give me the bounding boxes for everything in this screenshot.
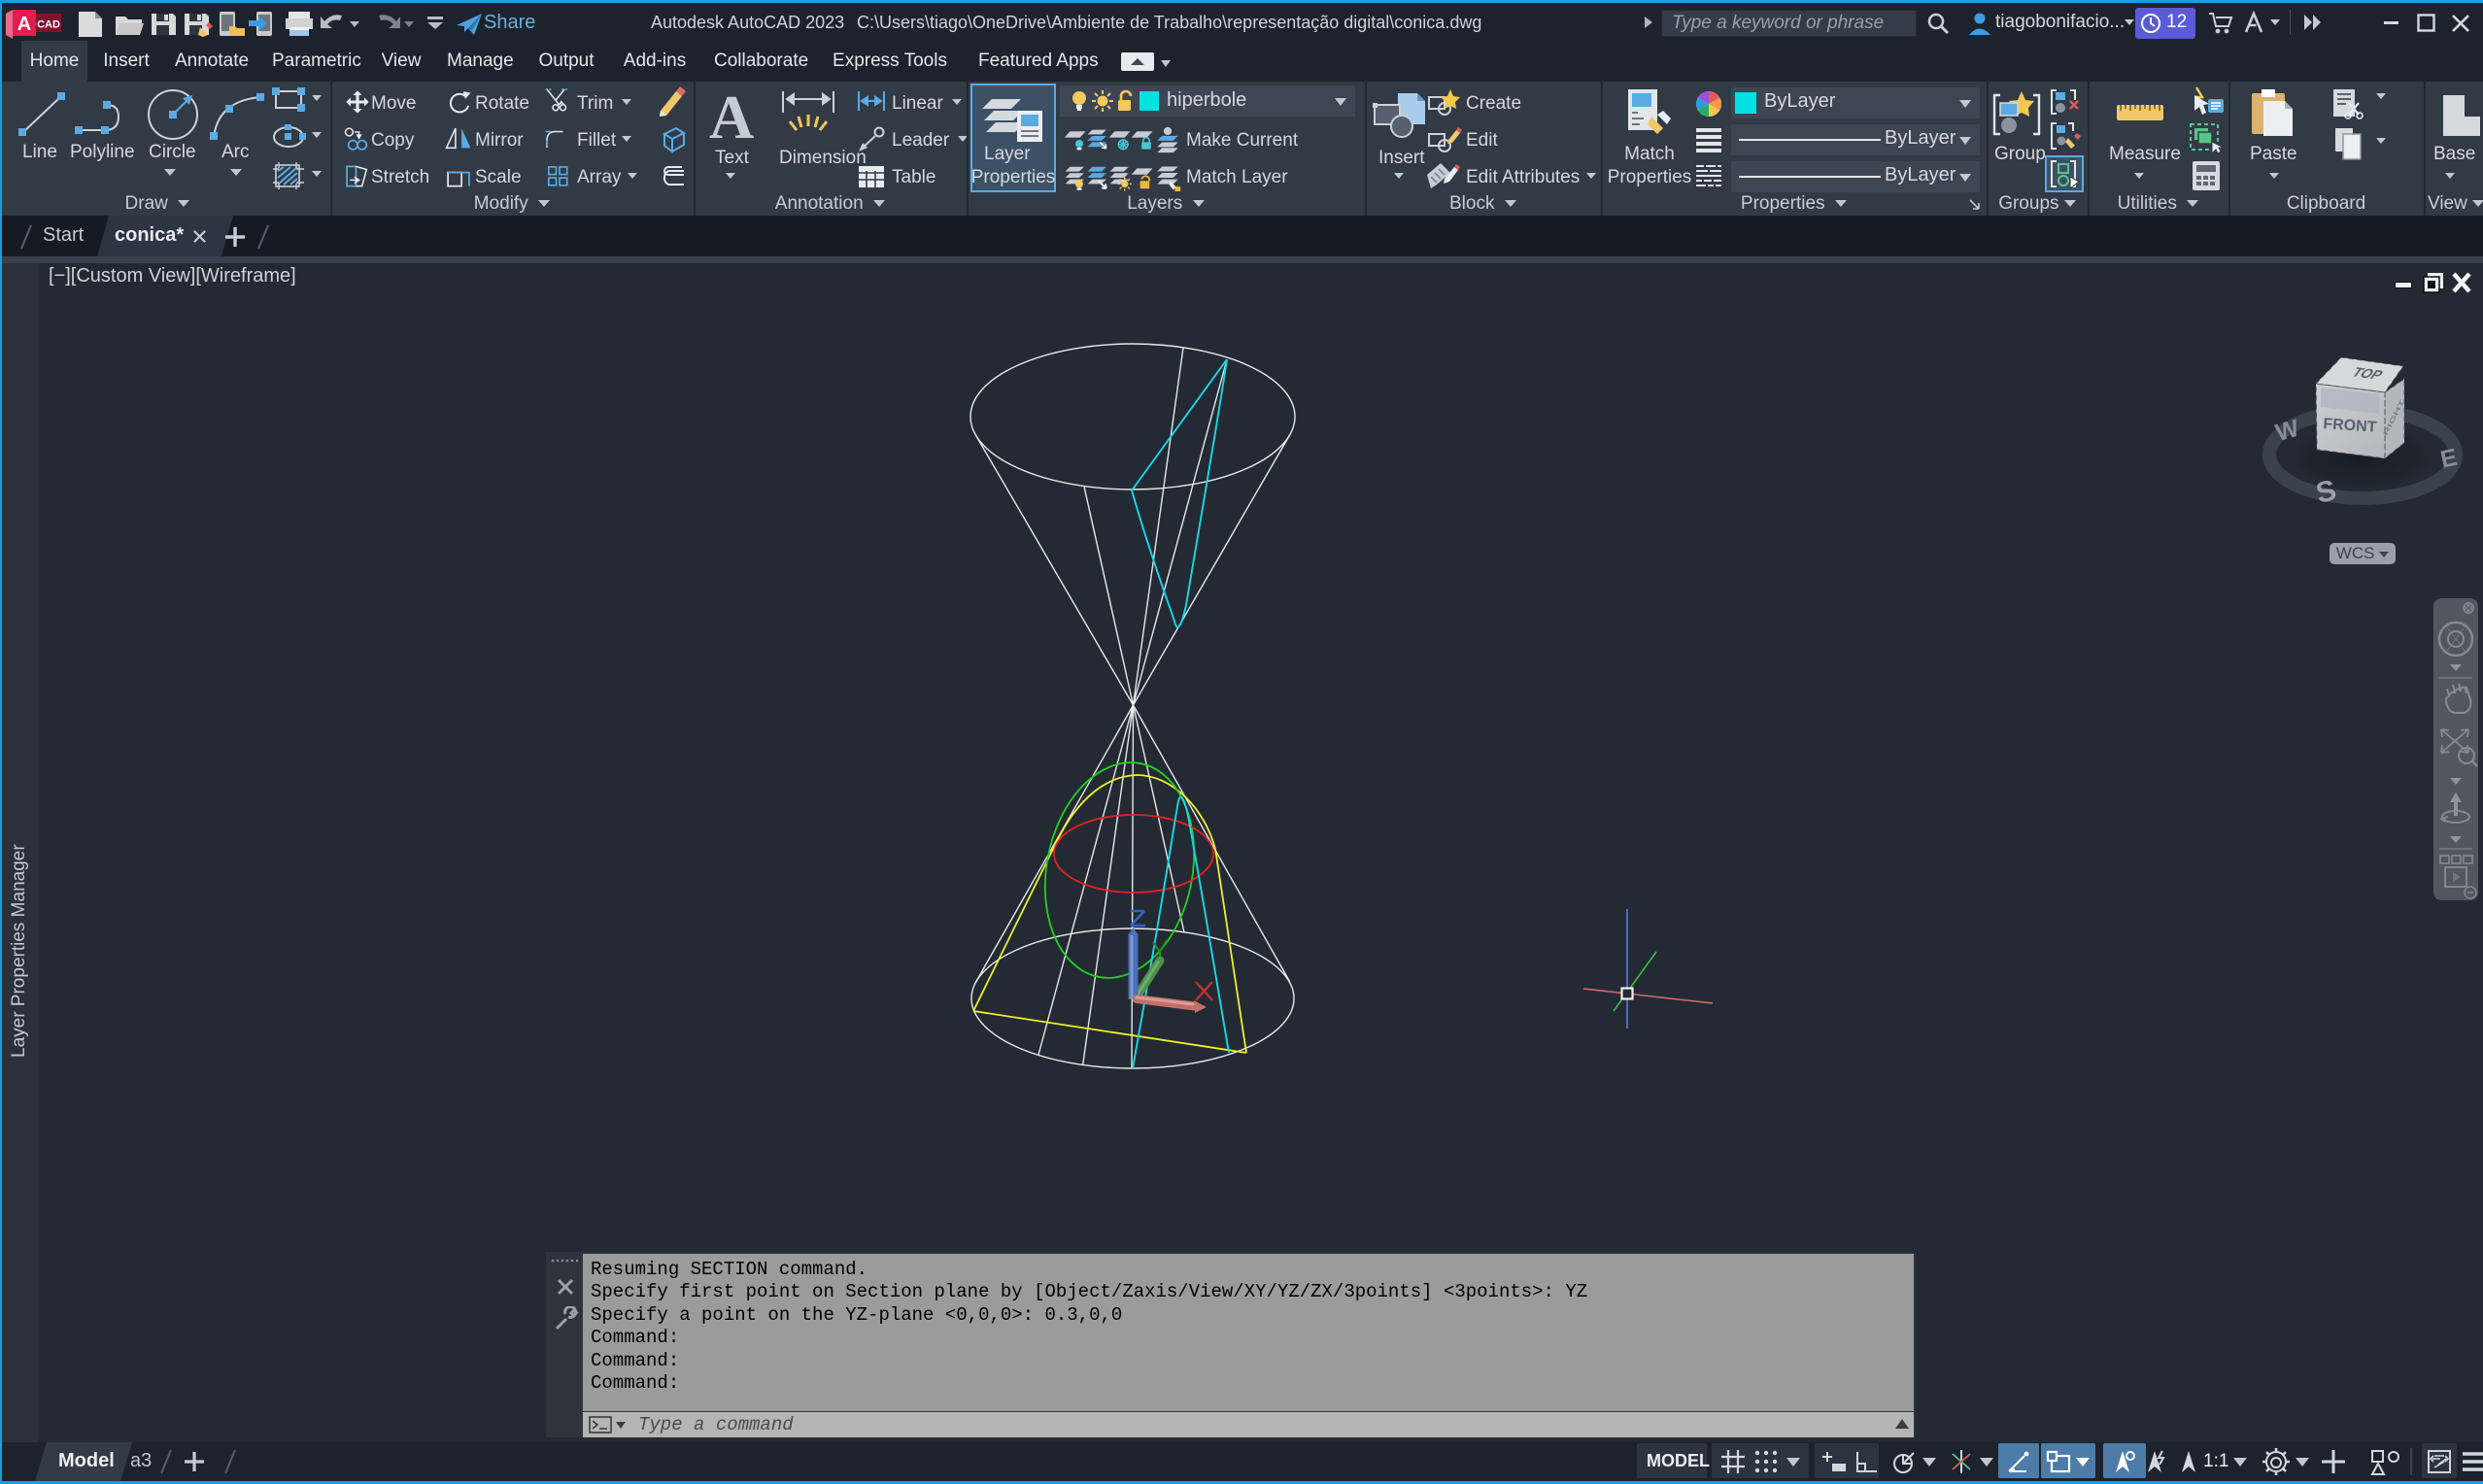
svg-text:CAD: CAD	[37, 19, 60, 31]
svg-text:A: A	[17, 14, 31, 35]
